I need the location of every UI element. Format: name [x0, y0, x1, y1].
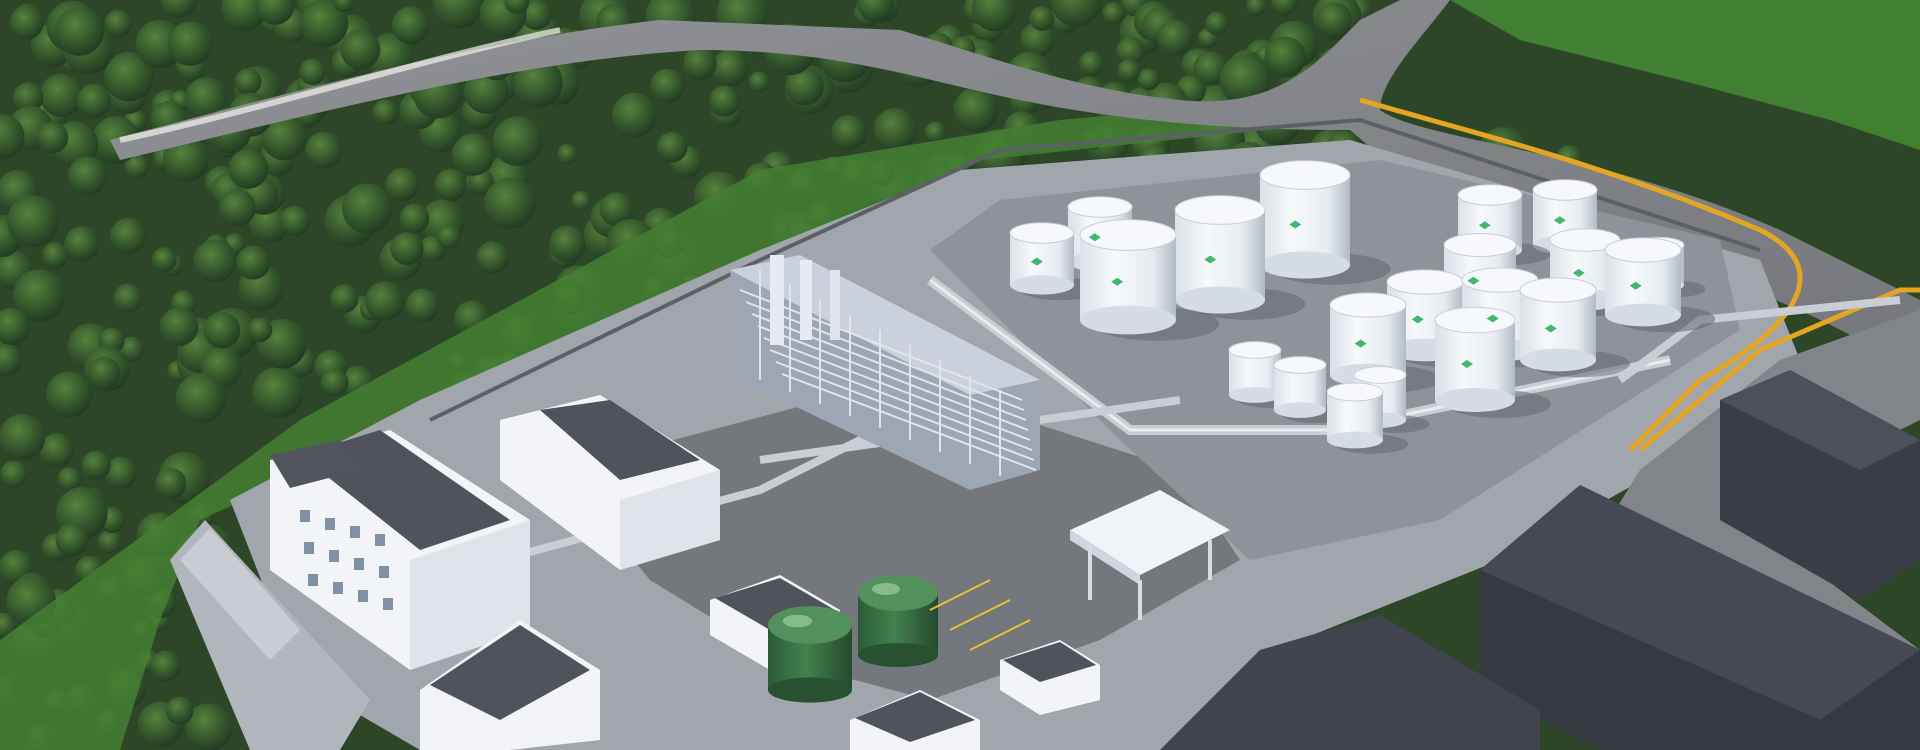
industrial-plant-aerial-scene	[0, 0, 1920, 750]
atmosphere-haze	[0, 0, 1920, 750]
